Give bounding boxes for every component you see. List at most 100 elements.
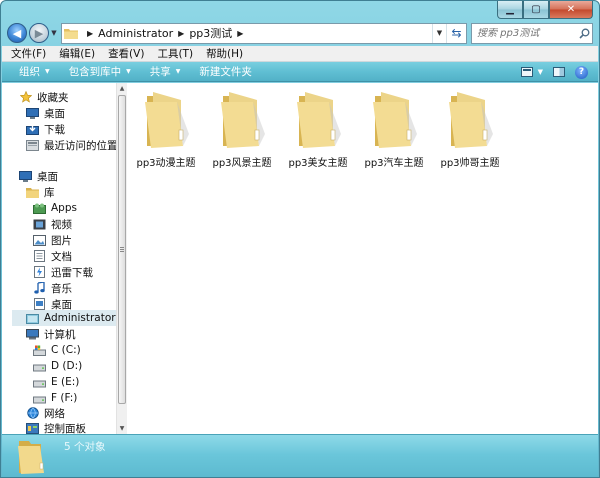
breadcrumb-administrator[interactable]: Administrator [98, 27, 173, 40]
picture-icon [33, 234, 46, 246]
item-count-text: 5 个对象 [64, 441, 106, 453]
nav-favorites[interactable]: 收藏夹 [19, 89, 116, 105]
refresh-button[interactable]: ⇆ [446, 23, 466, 43]
nav-apps-label: Apps [51, 202, 77, 214]
maximize-button[interactable]: ▢ [523, 1, 549, 19]
folder-icon [449, 92, 493, 148]
menu-edit[interactable]: 编辑(E) [59, 46, 95, 61]
recent-places-icon [26, 139, 39, 151]
breadcrumb-separator-icon[interactable]: ▶ [178, 29, 184, 38]
preview-pane-button[interactable] [553, 64, 565, 80]
organize-button[interactable]: 组织 ▼ [19, 64, 50, 79]
nav-drive-c[interactable]: C (C:) [33, 342, 116, 358]
nav-desktop-root-label: 桌面 [37, 170, 58, 183]
menu-bar: 文件(F) 编辑(E) 查看(V) 工具(T) 帮助(H) [2, 46, 598, 62]
computer-icon [26, 328, 39, 340]
nav-drive-f[interactable]: F (F:) [33, 390, 116, 406]
nav-computer[interactable]: 计算机 [26, 326, 116, 342]
nav-pictures[interactable]: 图片 [33, 232, 116, 248]
share-label: 共享 [149, 66, 171, 78]
address-history-dropdown[interactable]: ▼ [432, 23, 446, 43]
nav-control-panel[interactable]: 控制面板 [26, 420, 116, 434]
folder-item[interactable]: pp3动漫主题 [128, 88, 204, 170]
drive-icon [33, 376, 46, 388]
nav-drive-d[interactable]: D (D:) [33, 358, 116, 374]
folder-item[interactable]: pp3帅哥主题 [432, 88, 508, 170]
thunder-download-icon [33, 266, 46, 278]
folder-item[interactable]: pp3风景主题 [204, 88, 280, 170]
nav-computer-label: 计算机 [44, 328, 76, 341]
document-icon [33, 250, 46, 262]
menu-view[interactable]: 查看(V) [108, 46, 144, 61]
nav-music-label: 音乐 [51, 282, 72, 295]
folder-item[interactable]: pp3汽车主题 [356, 88, 432, 170]
include-in-library-button[interactable]: 包含到库中 ▼ [69, 64, 131, 79]
nav-videos[interactable]: 视频 [33, 216, 116, 232]
back-button[interactable]: ◀ [7, 23, 27, 43]
folder-icon [64, 29, 78, 39]
scroll-down-arrow-icon[interactable]: ▼ [117, 423, 127, 434]
folder-item[interactable]: pp3美女主题 [280, 88, 356, 170]
nav-administrator-label: Administrator [44, 312, 116, 324]
network-icon [26, 407, 39, 419]
new-folder-button[interactable]: 新建文件夹 [199, 64, 252, 79]
view-dropdown[interactable]: ▼ [538, 64, 543, 80]
desktop-icon [19, 170, 32, 182]
change-view-button[interactable] [520, 64, 533, 80]
grip-icon [120, 247, 124, 252]
folder-icon [145, 92, 189, 148]
minimize-button[interactable]: ▁ [497, 1, 523, 19]
nav-desktop-root[interactable]: 桌面 [19, 168, 116, 184]
nav-network[interactable]: 网络 [26, 405, 116, 421]
nav-apps[interactable]: Apps [33, 200, 116, 216]
file-list: pp3动漫主题 pp3风景主题 pp3美女主题 pp3汽车主题 pp3帅哥主题 [127, 83, 598, 434]
drive-icon [33, 392, 46, 404]
nav-thunder-downloads[interactable]: 迅雷下载 [33, 264, 116, 280]
nav-libraries[interactable]: 库 [26, 184, 116, 200]
chevron-down-icon: ▼ [45, 68, 50, 75]
navigation-scrollbar[interactable]: ▲ ▼ [116, 83, 127, 434]
back-arrow-icon: ◀ [12, 26, 22, 40]
star-icon [19, 91, 32, 103]
nav-administrator[interactable]: Administrator [12, 310, 116, 326]
forward-button[interactable]: ▶ [29, 23, 49, 43]
nav-drive-e[interactable]: E (E:) [33, 374, 116, 390]
desktop-icon [33, 298, 46, 310]
nav-downloads[interactable]: 下载 [26, 121, 116, 137]
nav-music[interactable]: 音乐 [33, 280, 116, 296]
nav-libraries-label: 库 [44, 186, 55, 199]
control-panel-icon [26, 422, 39, 434]
folder-name: pp3帅哥主题 [440, 158, 500, 169]
nav-desktop[interactable]: 桌面 [26, 105, 116, 121]
chevron-down-icon: ▼ [126, 68, 131, 75]
close-button[interactable]: ✕ [549, 1, 593, 19]
menu-file[interactable]: 文件(F) [11, 46, 46, 61]
folder-name: pp3美女主题 [288, 158, 348, 169]
command-bar: 组织 ▼ 包含到库中 ▼ 共享 ▼ 新建文件夹 ▼ ? [2, 62, 598, 82]
menu-tools[interactable]: 工具(T) [157, 46, 193, 61]
nav-desktop-label: 桌面 [44, 107, 65, 120]
address-bar[interactable]: ▶ Administrator ▶ pp3测试 ▶ ▼ ⇆ [61, 22, 467, 44]
help-button[interactable]: ? [575, 64, 588, 80]
nav-pictures-label: 图片 [51, 234, 72, 247]
folder-icon [18, 441, 44, 474]
recent-pages-dropdown[interactable]: ▼ [49, 23, 59, 43]
search-icon[interactable] [576, 28, 592, 39]
nav-recent-places[interactable]: 最近访问的位置 [26, 137, 116, 153]
menu-help[interactable]: 帮助(H) [206, 46, 243, 61]
breadcrumb-separator-icon[interactable]: ▶ [87, 29, 93, 38]
details-pane: 5 个对象 [2, 434, 598, 477]
chevron-down-icon: ▼ [175, 68, 181, 75]
scrollbar-thumb[interactable] [118, 95, 126, 404]
scroll-up-arrow-icon[interactable]: ▲ [117, 83, 127, 94]
search-box[interactable] [471, 22, 593, 44]
search-input[interactable] [477, 27, 576, 39]
breadcrumb-separator-icon[interactable]: ▶ [237, 29, 243, 38]
folder-icon [221, 92, 265, 148]
navigation-pane: 收藏夹 桌面 下载 最近访问的位置 桌面 库 Apps 视频 图片 文档 迅雷下… [2, 83, 116, 434]
user-folder-icon [26, 312, 39, 324]
view-options-icon [520, 67, 533, 77]
breadcrumb-pp3-test[interactable]: pp3测试 [189, 25, 232, 41]
share-button[interactable]: 共享 ▼ [150, 64, 181, 79]
nav-documents[interactable]: 文档 [33, 248, 116, 264]
